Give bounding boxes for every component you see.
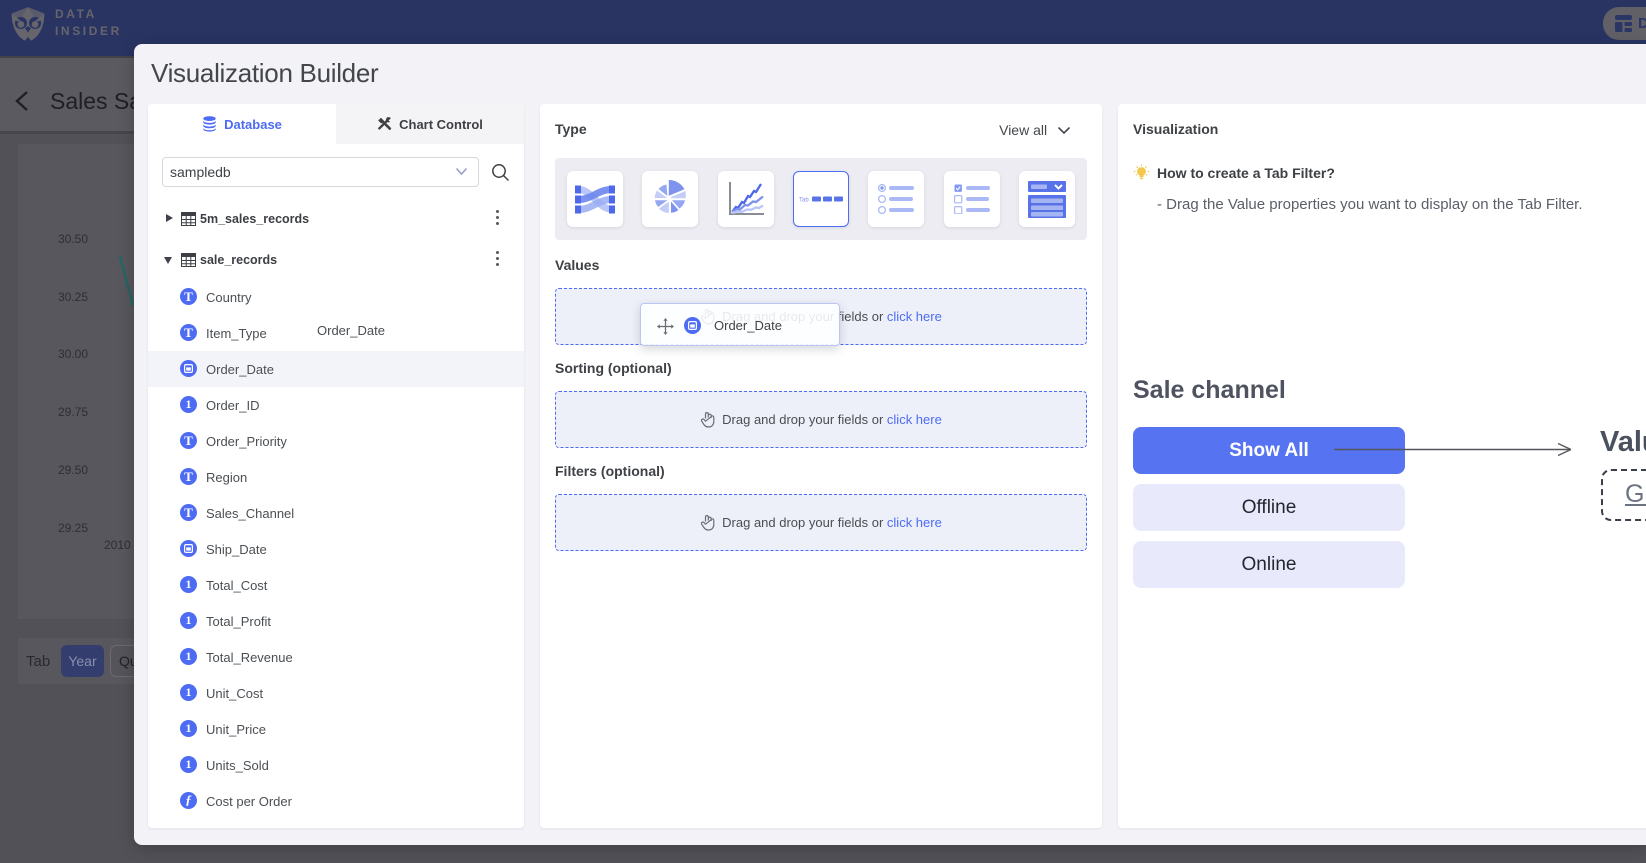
svg-text:Tab: Tab	[799, 198, 809, 204]
